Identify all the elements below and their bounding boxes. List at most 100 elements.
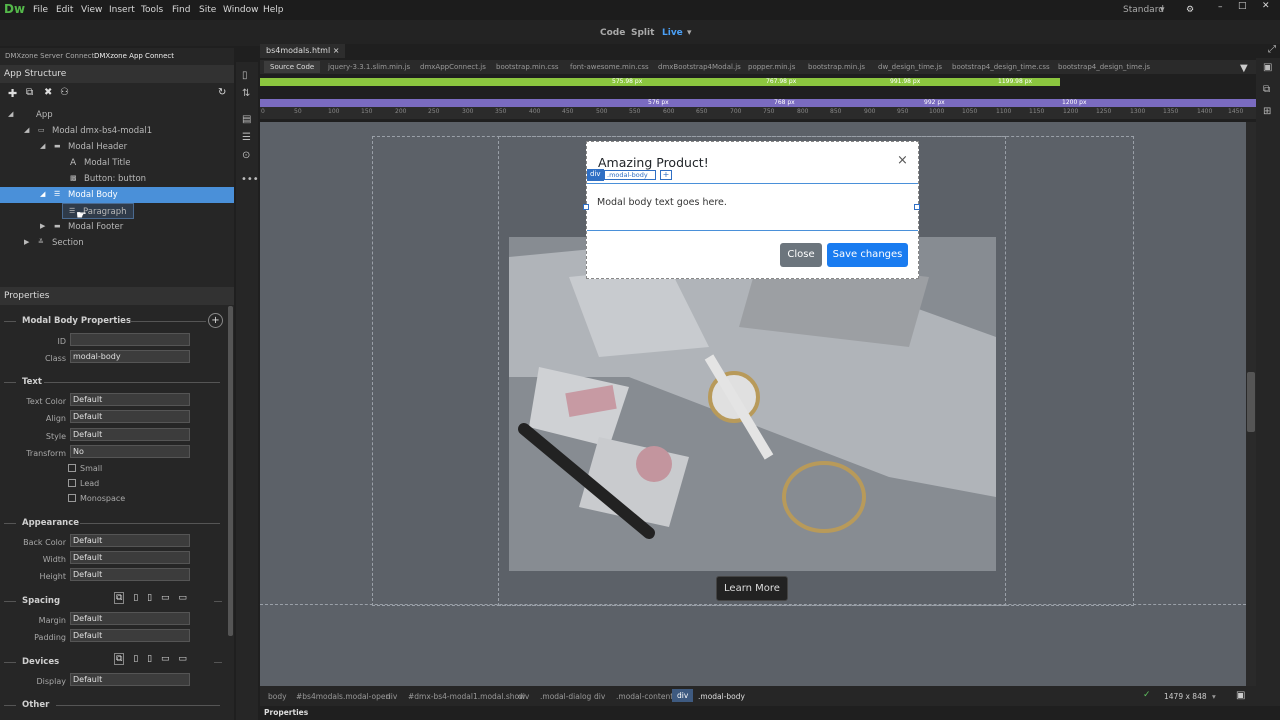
maximize-doc-icon[interactable]: ⤢ [1268, 44, 1276, 55]
resize-handle-right[interactable] [914, 204, 920, 210]
data-bindings-icon[interactable]: ⚇ [60, 87, 69, 98]
assets-icon[interactable]: ⧉ [1263, 84, 1270, 95]
tree-item-modal-title[interactable]: A Modal Title [0, 155, 234, 171]
dom-icon[interactable]: ☰ [242, 132, 251, 143]
lead-checkbox[interactable]: Lead [68, 479, 99, 488]
breadcrumb[interactable]: #bs4modals.modal-open [296, 692, 390, 701]
menu-tools[interactable]: Tools [141, 5, 163, 15]
chevron-down-icon[interactable]: ▾ [1160, 5, 1165, 15]
tab-server-connect[interactable]: DMXzone Server Connect [5, 52, 94, 60]
panel-icon[interactable]: ▣ [1263, 62, 1272, 73]
margin-select[interactable]: Default [70, 612, 190, 625]
back-color-select[interactable]: Default [70, 534, 190, 547]
learn-more-button[interactable]: Learn More [716, 576, 788, 601]
save-changes-button[interactable]: Save changes [827, 243, 908, 267]
breadcrumb[interactable]: div [594, 692, 605, 701]
tab-app-connect[interactable]: DMXzone App Connect [94, 52, 174, 60]
duplicate-icon[interactable]: ⧉ [26, 87, 33, 98]
tree-item-section[interactable]: ▶ ≚ Section [0, 235, 234, 251]
element-class-badge[interactable]: .modal-body [604, 170, 656, 180]
filter-icon[interactable]: ▼ [1240, 63, 1248, 74]
add-class-button[interactable]: + [660, 170, 672, 180]
style-select[interactable]: Default [70, 428, 190, 441]
related-file[interactable]: jquery-3.3.1.slim.min.js [328, 63, 410, 71]
related-file[interactable]: bootstrap4_design_time.css [952, 63, 1050, 71]
tree-item-modal[interactable]: ◢ ▭ Modal dmx-bs4-modal1 [0, 123, 234, 139]
related-file[interactable]: bootstrap.min.js [808, 63, 865, 71]
add-property-icon[interactable]: + [208, 313, 223, 328]
close-window-icon[interactable]: ✕ [1262, 1, 1270, 11]
split-view-button[interactable]: Split [631, 28, 654, 38]
files-icon[interactable]: ▯ [242, 70, 248, 81]
phone-icon[interactable]: ▯ [133, 654, 138, 664]
tab-properties[interactable]: Properties [264, 708, 308, 717]
related-file[interactable]: bootstrap4_design_time.js [1058, 63, 1150, 71]
breadcrumb[interactable]: .modal-content [616, 692, 673, 701]
add-icon[interactable]: ✚ [8, 87, 17, 100]
align-select[interactable]: Default [70, 410, 190, 423]
target-icon[interactable]: ⊙ [242, 150, 250, 161]
breadcrumb[interactable]: .modal-dialog [540, 692, 591, 701]
properties-scrollbar[interactable] [228, 306, 233, 636]
gear-icon[interactable]: ⚙ [1186, 5, 1194, 15]
chevron-down-icon[interactable]: ▾ [687, 28, 692, 38]
breadcrumb-selected[interactable]: div [672, 689, 694, 702]
preview-icon[interactable]: ▣ [1236, 690, 1245, 701]
laptop-icon[interactable]: ▭ [161, 593, 170, 603]
css-designer-icon[interactable]: ▤ [242, 114, 251, 125]
laptop-icon[interactable]: ▭ [161, 654, 170, 664]
layout-icon[interactable]: ⊞ [1263, 106, 1271, 117]
id-field[interactable] [70, 333, 190, 346]
menu-window[interactable]: Window [223, 5, 259, 15]
canvas-scrollbar[interactable] [1246, 122, 1256, 686]
viewport-size[interactable]: 1479 x 848 [1164, 692, 1207, 701]
more-icon[interactable]: ••• [241, 174, 259, 185]
display-select[interactable]: Default [70, 673, 190, 686]
width-select[interactable]: Default [70, 551, 190, 564]
menu-find[interactable]: Find [172, 5, 190, 15]
desktop-icon[interactable]: ▭ [178, 593, 187, 603]
chevron-down-icon[interactable]: ▾ [1212, 692, 1216, 701]
related-file[interactable]: dmxAppConnect.js [420, 63, 486, 71]
tree-item-modal-header[interactable]: ◢ ▬ Modal Header [0, 139, 234, 155]
breadcrumb[interactable]: div [386, 692, 397, 701]
tree-item-paragraph[interactable]: ☰ Paragraph [62, 203, 134, 219]
spacing-device-buttons[interactable]: ⧉ ▯ ▯ ▭ ▭ [114, 592, 214, 606]
tree-item-modal-body[interactable]: ◢ ☰ Modal Body [0, 187, 234, 203]
menu-site[interactable]: Site [199, 5, 216, 15]
menu-view[interactable]: View [81, 5, 102, 15]
scrollbar-thumb[interactable] [1247, 372, 1255, 432]
code-view-button[interactable]: Code [600, 28, 625, 38]
menu-edit[interactable]: Edit [56, 5, 73, 15]
height-select[interactable]: Default [70, 568, 190, 581]
max-width-media-query-bar[interactable]: 575.98 px 767.98 px 991.98 px 1199.98 px [260, 78, 1060, 86]
minimize-icon[interactable]: – [1218, 2, 1223, 12]
element-tag-badge[interactable]: div [587, 169, 604, 181]
monospace-checkbox[interactable]: Monospace [68, 494, 125, 503]
breadcrumb[interactable]: .modal-body [698, 692, 745, 701]
text-color-select[interactable]: Default [70, 393, 190, 406]
delete-icon[interactable]: ✖ [44, 87, 52, 98]
small-checkbox[interactable]: Small [68, 464, 102, 473]
breadcrumb[interactable]: #dmx-bs4-modal1.modal.show [408, 692, 525, 701]
transform-select[interactable]: No [70, 445, 190, 458]
related-file[interactable]: popper.min.js [748, 63, 795, 71]
phone-icon[interactable]: ▯ [133, 593, 138, 603]
related-file[interactable]: dmxBootstrap4Modal.js [658, 63, 741, 71]
live-view-button[interactable]: Live [662, 28, 683, 38]
tree-item-button[interactable]: ▩ Button: button [0, 171, 234, 187]
refresh-icon[interactable]: ↻ [218, 87, 226, 98]
all-devices-icon[interactable]: ⧉ [114, 653, 125, 665]
related-file[interactable]: dw_design_time.js [878, 63, 942, 71]
menu-file[interactable]: File [33, 5, 48, 15]
breadcrumb[interactable]: body [268, 692, 287, 701]
close-tab-icon[interactable]: × [333, 46, 340, 55]
breadcrumb[interactable]: div [518, 692, 529, 701]
tree-item-modal-footer[interactable]: ▶ ▬ Modal Footer [0, 219, 234, 235]
modal-body-text[interactable]: Modal body text goes here. [597, 197, 727, 208]
display-device-buttons[interactable]: ⧉ ▯ ▯ ▭ ▭ [114, 653, 214, 667]
class-field[interactable]: modal-body [70, 350, 190, 363]
tablet-icon[interactable]: ▯ [147, 593, 152, 603]
min-width-media-query-bar[interactable]: 576 px 768 px 992 px 1200 px [260, 99, 1256, 107]
resize-handle-left[interactable] [583, 204, 589, 210]
